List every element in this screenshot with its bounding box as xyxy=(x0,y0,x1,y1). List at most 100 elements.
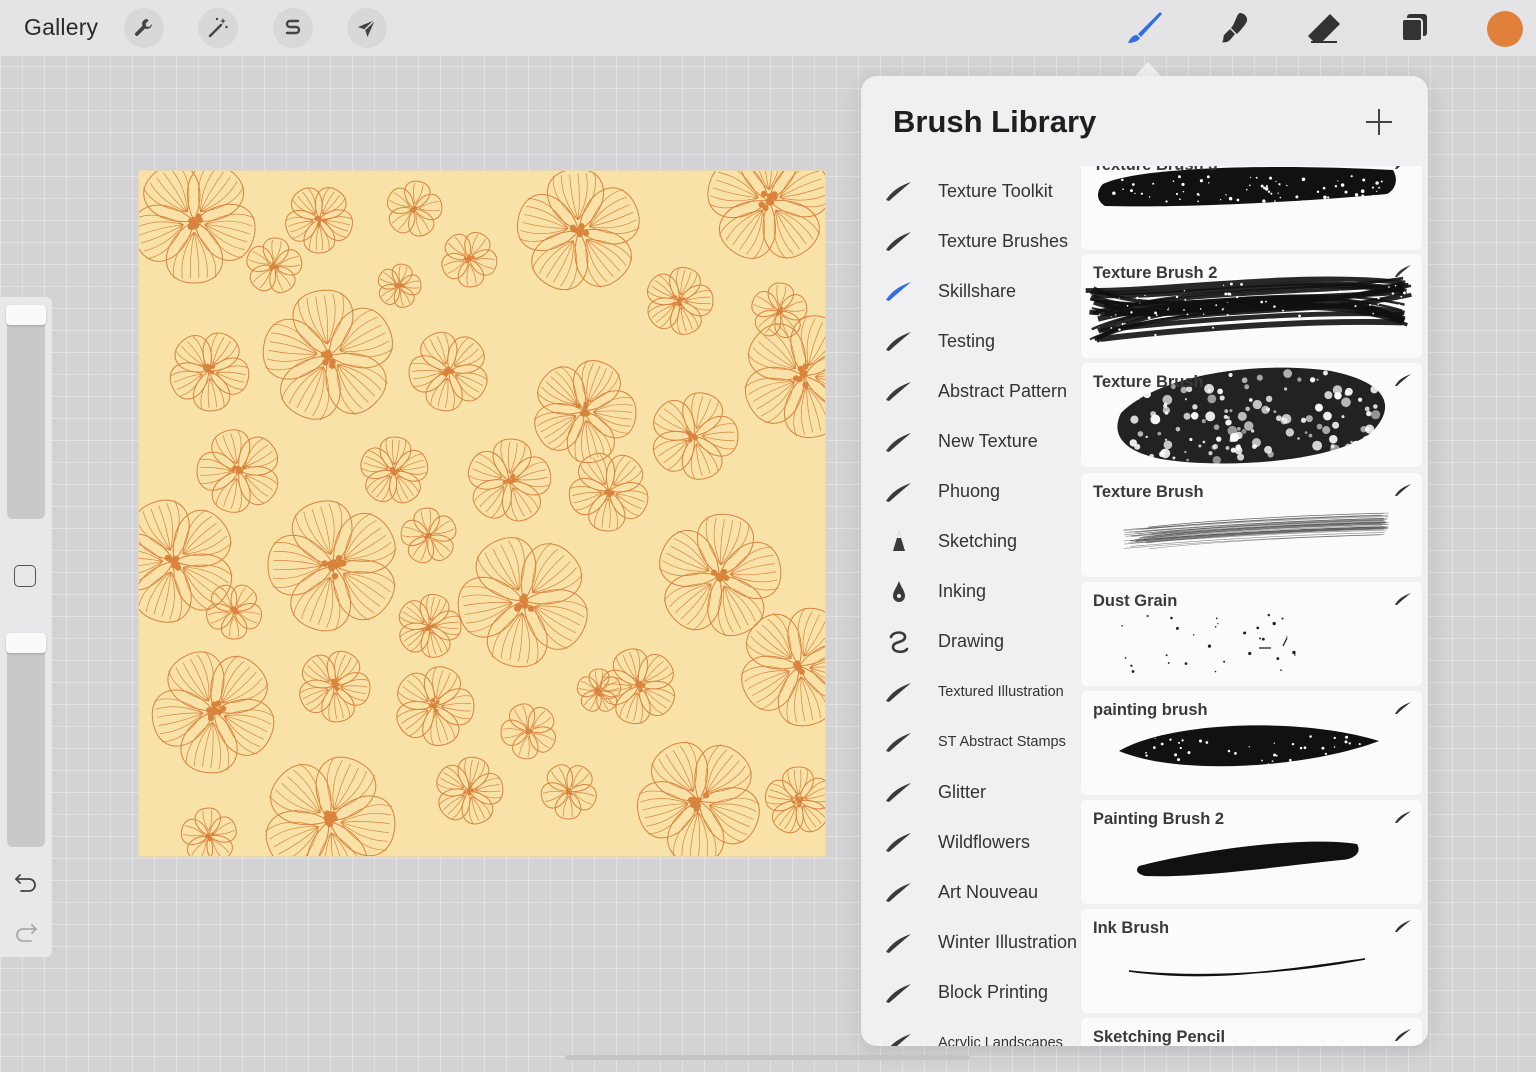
top-toolbar: Gallery xyxy=(0,0,1536,56)
floral-pattern-artwork xyxy=(139,171,825,856)
brush-card[interactable]: Texture Brush xyxy=(1081,473,1422,577)
color-picker-button[interactable] xyxy=(1487,11,1523,47)
brush-set-label: Art Nouveau xyxy=(938,881,1039,902)
layers-button[interactable] xyxy=(1392,8,1436,48)
brush-set-item[interactable]: Glitter xyxy=(861,767,1081,817)
brush-card[interactable]: Texture Brush xyxy=(1081,363,1422,467)
brush-set-label: Winter Illustration xyxy=(938,932,1078,952)
brush-set-label: Texture Brushes xyxy=(938,230,1069,251)
flower-motif xyxy=(265,756,396,856)
add-brush-icon[interactable] xyxy=(1363,106,1395,138)
brush-name: Texture Brush xyxy=(1093,373,1204,391)
flower-motif xyxy=(500,703,556,760)
brush-card[interactable]: Sketching Pencil xyxy=(1081,1018,1422,1046)
pencil-tip-icon xyxy=(883,529,915,555)
brush-set-item[interactable]: Texture Brushes xyxy=(861,216,1081,266)
brush-card[interactable]: Texture Brush 3 xyxy=(1081,166,1422,250)
brush-size-handle[interactable] xyxy=(6,305,46,325)
transform-button[interactable] xyxy=(347,8,387,48)
brush-library-panel: Brush Library Texture Toolkit Texture Bru… xyxy=(861,76,1428,1046)
brush-set-item[interactable]: Wildflowers xyxy=(861,817,1081,867)
brush-set-label: Texture Toolkit xyxy=(938,180,1053,201)
adjustments-button[interactable] xyxy=(198,8,238,48)
brush-name: painting brush xyxy=(1093,701,1208,719)
flower-motif xyxy=(540,764,597,820)
brush-set-label: Block Printing xyxy=(938,982,1049,1003)
brush-set-label: Abstract Pattern xyxy=(938,380,1068,401)
brush-name: Painting Brush 2 xyxy=(1093,810,1225,828)
redo-icon[interactable] xyxy=(13,921,39,943)
brush-card[interactable]: painting brush xyxy=(1081,691,1422,795)
brush-set-list[interactable]: Texture Toolkit Texture Brushes Skillshare… xyxy=(861,166,1081,1046)
flower-motif xyxy=(205,584,263,640)
brush-stroke-icon xyxy=(883,980,915,1006)
wrench-icon xyxy=(134,19,152,36)
flower-motif xyxy=(568,452,649,532)
brush-card[interactable]: Painting Brush 2 xyxy=(1081,800,1422,904)
opacity-handle[interactable] xyxy=(6,633,46,653)
brush-set-item[interactable]: Testing xyxy=(861,316,1081,366)
brush-stroke-icon xyxy=(883,479,915,505)
panel-title: Brush Library xyxy=(893,104,1097,139)
brush-set-label: ST Abstract Stamps xyxy=(938,734,1066,751)
flower-motif xyxy=(516,171,640,291)
brush-size-slider[interactable] xyxy=(6,305,46,519)
brush-set-label: Skillshare xyxy=(938,280,1017,301)
brush-stroke-icon xyxy=(883,1030,915,1046)
modify-button[interactable] xyxy=(14,565,36,587)
brush-stroke-icon xyxy=(883,679,915,705)
squiggle-icon xyxy=(883,629,915,655)
brush-set-label: Drawing xyxy=(938,631,1005,652)
brush-set-item[interactable]: Art Nouveau xyxy=(861,867,1081,917)
flower-motif xyxy=(196,429,279,513)
brush-set-item[interactable]: ST Abstract Stamps xyxy=(861,717,1081,767)
brush-list[interactable]: Texture Brush 3 Texture Brush 2 Texture Br… xyxy=(1081,166,1423,1046)
brush-set-label: Testing xyxy=(938,330,996,351)
brush-set-item[interactable]: Inking xyxy=(861,567,1081,617)
flower-motif xyxy=(387,180,443,237)
brush-feather-icon xyxy=(1394,1028,1412,1042)
brush-name: Texture Brush 3 xyxy=(1093,166,1217,175)
flower-motif xyxy=(740,607,825,727)
eraser-tool-button[interactable] xyxy=(1302,8,1346,48)
selection-button[interactable] xyxy=(273,8,313,48)
flower-motif xyxy=(764,766,825,834)
drawing-canvas[interactable] xyxy=(139,171,825,856)
brush-card[interactable]: Dust Grain xyxy=(1081,582,1422,686)
gallery-button[interactable]: Gallery xyxy=(24,14,98,41)
paint-tool-button[interactable] xyxy=(1122,8,1166,48)
brush-set-item[interactable]: Phuong xyxy=(861,467,1081,517)
actions-button[interactable] xyxy=(124,8,164,48)
flower-motif xyxy=(396,666,475,747)
brush-card[interactable]: Ink Brush xyxy=(1081,909,1422,1013)
flower-motif xyxy=(457,536,589,668)
brush-set-item[interactable]: Drawing xyxy=(861,617,1081,667)
flower-motif xyxy=(441,232,498,288)
brush-set-item[interactable]: Texture Toolkit xyxy=(861,166,1081,216)
flower-motif xyxy=(360,436,429,504)
opacity-slider[interactable] xyxy=(6,633,46,847)
brush-stroke-icon xyxy=(883,779,915,805)
brush-set-label: Inking xyxy=(938,581,987,602)
brush-set-item[interactable]: Abstract Pattern xyxy=(861,366,1081,416)
brush-set-item[interactable]: Textured Illustration xyxy=(861,667,1081,717)
brush-name: Sketching Pencil xyxy=(1093,1028,1226,1046)
brush-set-item[interactable]: New Texture xyxy=(861,417,1081,467)
home-indicator xyxy=(565,1055,970,1060)
undo-icon[interactable] xyxy=(13,871,39,893)
smudge-icon xyxy=(1222,13,1248,43)
flower-motif xyxy=(468,438,552,522)
arrow-cursor-icon xyxy=(358,19,376,37)
brush-feather-icon xyxy=(1394,592,1412,606)
brush-card[interactable]: Texture Brush 2 xyxy=(1081,254,1422,358)
brush-set-item[interactable]: Block Printing xyxy=(861,968,1081,1018)
brush-set-label: Acrylic Landscapes xyxy=(938,1034,1063,1046)
brush-name: Texture Brush 2 xyxy=(1093,264,1218,282)
brush-set-item[interactable]: Acrylic Landscapes xyxy=(861,1018,1081,1046)
brush-set-item[interactable]: Skillshare xyxy=(861,266,1081,316)
brush-set-item[interactable]: Winter Illustration xyxy=(861,918,1081,968)
brush-set-item[interactable]: Sketching xyxy=(861,517,1081,567)
smudge-tool-button[interactable] xyxy=(1212,8,1256,48)
brush-name: Ink Brush xyxy=(1093,919,1170,937)
brush-name: Dust Grain xyxy=(1093,592,1178,610)
